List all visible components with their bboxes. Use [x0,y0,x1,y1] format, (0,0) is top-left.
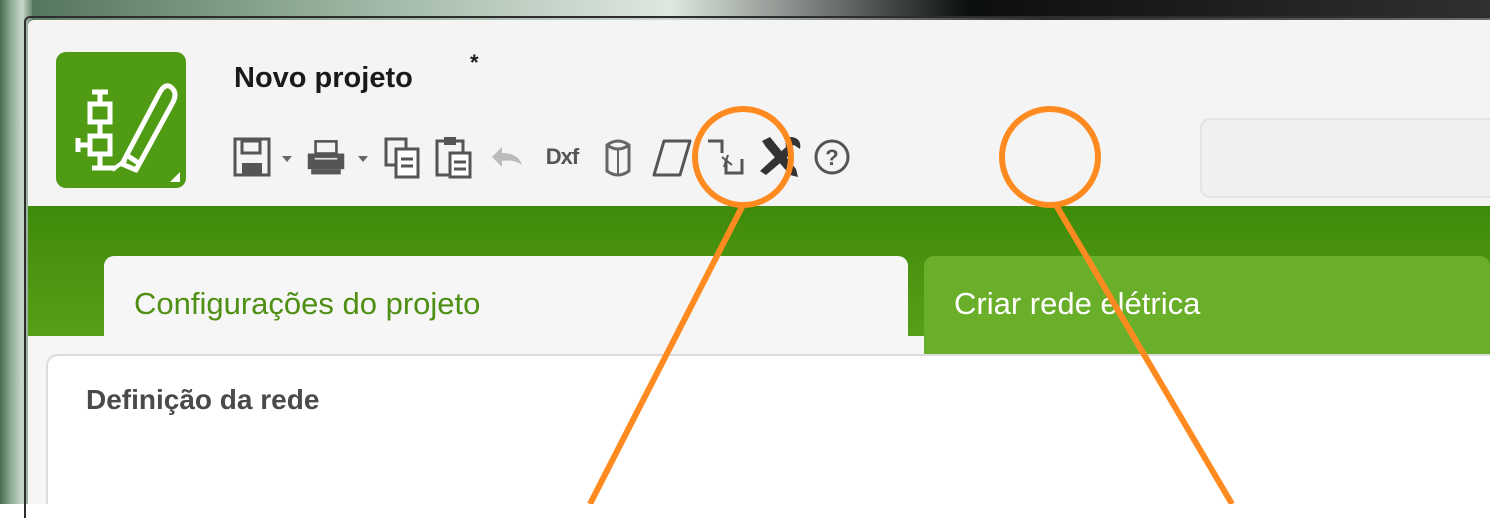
modified-marker: * [470,50,479,75]
network-definition-panel: Definição da rede [46,354,1490,504]
shape-button[interactable] [652,128,692,186]
tools-button[interactable] [756,128,804,186]
panel-title: Definição da rede [86,384,320,415]
save-icon [233,137,271,177]
undo-button[interactable] [486,128,526,186]
undo-icon [492,147,522,167]
menu-corner-indicator [170,172,180,182]
parallelogram-icon [652,139,692,177]
save-button[interactable] [232,128,272,186]
transform-button[interactable] [704,128,744,186]
network-pencil-icon [75,83,178,173]
paste-icon [435,137,472,179]
3d-view-button[interactable] [598,128,638,186]
chevron-down-icon[interactable] [356,152,370,166]
print-button[interactable] [306,128,346,186]
app-menu-button[interactable] [56,52,186,188]
dxf-icon: Dxf [545,144,579,169]
tab-label: Configurações do projeto [134,286,481,321]
application-window: Novo projeto * Dxf ? Configurações do pr… [28,20,1490,504]
paste-button[interactable] [434,128,474,186]
tab-project-settings[interactable]: Configurações do projeto [104,256,908,360]
search-box[interactable] [1200,118,1490,198]
transform-icon [708,139,744,175]
help-glyph: ? [825,145,838,170]
tab-label: Criar rede elétrica [954,286,1201,321]
copy-button[interactable] [382,128,422,186]
help-icon: ? [814,139,850,175]
tools-icon [760,137,801,177]
window-title: Novo projeto [234,62,413,94]
help-button[interactable]: ? [812,128,852,186]
cylinder-icon [605,139,631,177]
print-icon [307,140,345,175]
chevron-down-icon[interactable] [280,152,294,166]
dxf-export-button[interactable]: Dxf [532,128,592,186]
copy-icon [384,137,420,179]
tab-create-network[interactable]: Criar rede elétrica [924,256,1490,360]
